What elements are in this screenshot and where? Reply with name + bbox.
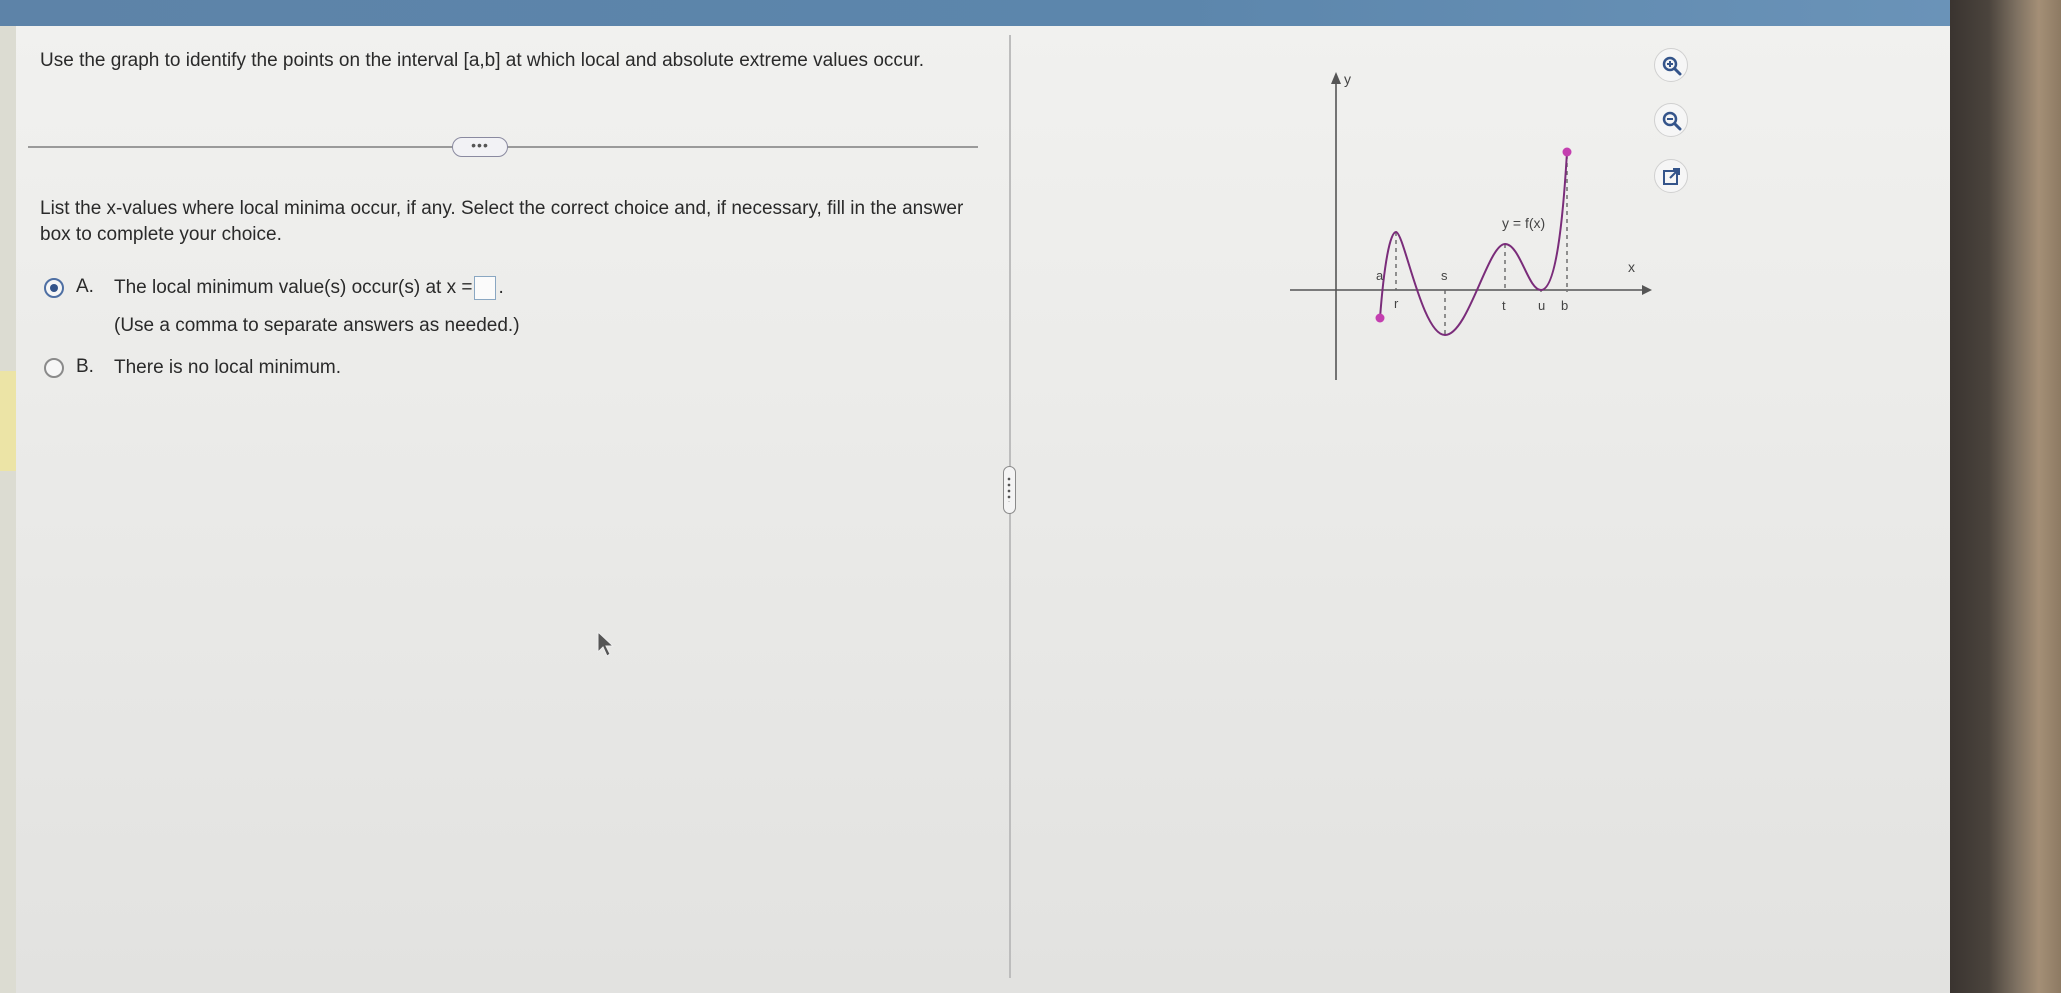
popout-button[interactable] [1654, 159, 1688, 193]
zoom-out-button[interactable] [1654, 103, 1688, 137]
top-bar [0, 0, 1950, 26]
splitter-handle[interactable] [1003, 466, 1016, 514]
endpoint-b [1562, 147, 1572, 157]
question-text: Use the graph to identify the points on … [40, 50, 925, 71]
mouse-cursor-icon [597, 630, 615, 657]
grip-dots-icon [1007, 476, 1011, 502]
zoom-in-button[interactable] [1654, 48, 1688, 82]
x-label-b: b [1561, 298, 1568, 313]
x-axis-label: x [1628, 259, 1635, 275]
x-label-r: r [1394, 296, 1399, 311]
choice-b[interactable]: B. There is no local minimum. [44, 356, 544, 384]
choice-a[interactable]: A. The local minimum value(s) occur(s) a… [44, 275, 744, 342]
x-label-u: u [1538, 298, 1545, 313]
x-label-a: a [1376, 268, 1384, 283]
choice-a-radio[interactable] [44, 278, 64, 298]
choice-a-hint: (Use a comma to separate answers as need… [114, 315, 520, 336]
screen-bezel [1950, 0, 2061, 993]
x-label-s: s [1441, 268, 1448, 283]
choice-b-radio[interactable] [44, 358, 64, 378]
y-axis-arrow [1331, 72, 1341, 84]
endpoint-a [1375, 313, 1385, 323]
external-link-icon [1663, 168, 1680, 185]
zoom-in-icon [1662, 56, 1682, 76]
y-axis-label: y [1344, 71, 1351, 87]
choice-b-letter: B. [76, 356, 94, 377]
choice-a-text: The local minimum value(s) occur(s) at x… [114, 277, 473, 298]
curve-label: y = f(x) [1502, 215, 1545, 231]
prompt-text: List the x-values where local minima occ… [40, 198, 964, 245]
choice-a-letter: A. [76, 276, 94, 297]
choice-a-line: The local minimum value(s) occur(s) at x… [114, 275, 504, 301]
show-more-button[interactable]: ••• [452, 137, 508, 157]
answer-input[interactable] [474, 275, 497, 300]
left-edge-stripe [0, 26, 16, 993]
choice-b-text: There is no local minimum. [114, 357, 342, 378]
choice-a-period: . [498, 277, 504, 298]
zoom-out-icon [1662, 111, 1682, 131]
function-graph: y x y = f(x) a r s t u b [1290, 71, 1652, 380]
x-label-t: t [1502, 298, 1506, 313]
left-edge-accent [0, 371, 16, 471]
x-axis-arrow [1642, 285, 1652, 295]
